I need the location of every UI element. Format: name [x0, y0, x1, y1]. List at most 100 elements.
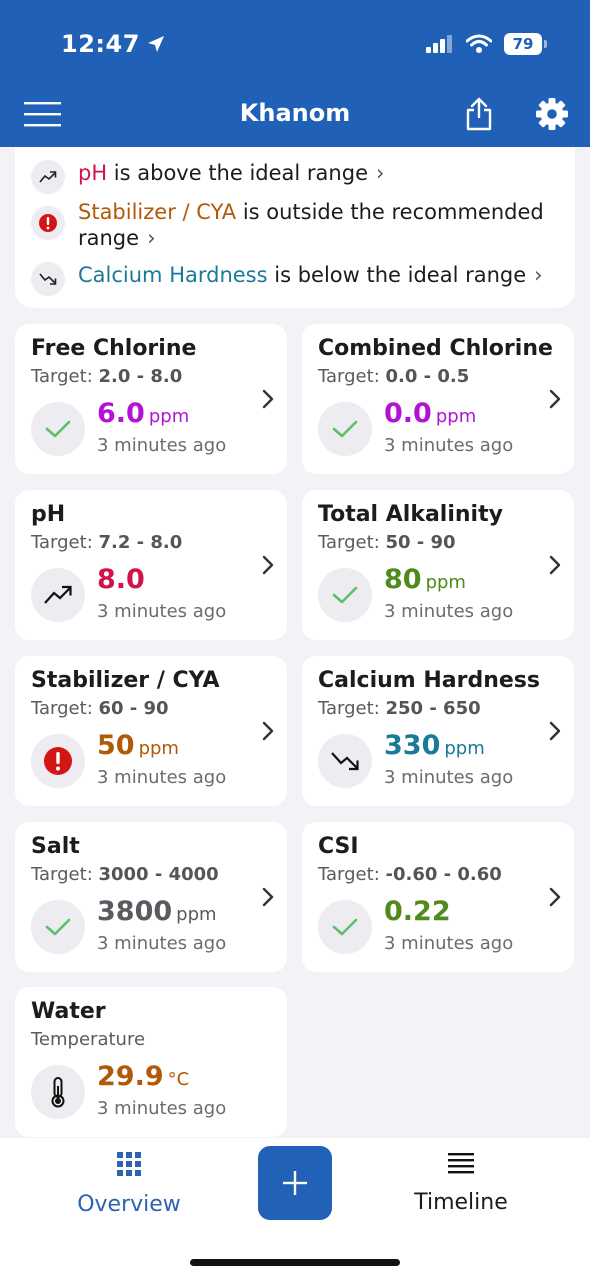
alert-message: is above the ideal range	[107, 161, 368, 185]
bottom-tab-bar: Overview Timeline	[0, 1138, 590, 1280]
card-title: pH	[31, 502, 66, 527]
check-icon	[318, 900, 372, 954]
card-ph[interactable]: pH Target: 7.2 - 8.0 8.0 3 minutes ago	[15, 490, 287, 640]
add-reading-button[interactable]	[258, 1146, 332, 1220]
alert-cya[interactable]: Stabilizer / CYA is outside the recommen…	[31, 199, 548, 251]
target-range: 250 - 650	[385, 698, 481, 719]
card-timestamp: 3 minutes ago	[97, 767, 227, 788]
value-unit: ppm	[138, 738, 179, 759]
target-range: 7.2 - 8.0	[98, 532, 183, 553]
card-target: Target: 0.0 - 0.5	[318, 366, 469, 387]
card-total-alkalinity[interactable]: Total Alkalinity Target: 50 - 90 80 ppm 3 mi…	[302, 490, 574, 640]
clock-text: 12:47	[61, 30, 140, 58]
card-timestamp: 3 minutes ago	[97, 1098, 227, 1119]
status-bar-time: 12:47	[61, 30, 166, 58]
location-arrow-icon	[147, 36, 164, 52]
target-label: Target:	[318, 864, 386, 885]
value-unit: ppm	[148, 406, 190, 427]
card-target: Target: 250 - 650	[318, 698, 481, 719]
card-value: 8.0	[97, 564, 149, 595]
chevron-right-icon	[262, 887, 274, 907]
value-unit: °C	[167, 1069, 190, 1090]
chevron-right-icon: ›	[534, 263, 543, 287]
card-combined-chlorine[interactable]: Combined Chlorine Target: 0.0 - 0.5 0.0 ppm…	[302, 324, 574, 474]
card-target: Target: 2.0 - 8.0	[31, 366, 182, 387]
card-value: 29.9 °C	[97, 1061, 189, 1092]
card-target: Target: 60 - 90	[31, 698, 169, 719]
alert-message: is below the ideal range	[267, 263, 527, 287]
status-bar-indicators: 79	[426, 33, 547, 55]
target-label: Target:	[318, 698, 386, 719]
alerts-panel: pH is above the ideal range › Stabilizer …	[15, 147, 575, 308]
chevron-right-icon	[549, 555, 561, 575]
chevron-right-icon: ›	[147, 226, 156, 250]
card-target: Target: 50 - 90	[318, 532, 456, 553]
check-icon	[31, 402, 85, 456]
chevron-right-icon	[549, 887, 561, 907]
card-title: Salt	[31, 834, 80, 859]
chevron-right-icon	[549, 721, 561, 741]
target-range: -0.60 - 0.60	[385, 864, 502, 885]
check-icon	[318, 568, 372, 622]
battery-indicator: 79	[504, 33, 547, 55]
check-icon	[31, 900, 85, 954]
alert-calcium[interactable]: Calcium Hardness is below the ideal rang…	[31, 262, 548, 296]
card-value: 0.0 ppm	[384, 398, 476, 429]
chevron-right-icon	[262, 555, 274, 575]
target-label: Target:	[31, 864, 99, 885]
card-water-temperature[interactable]: Water Temperature 29.9 °C 3 minutes ago	[15, 987, 287, 1137]
card-timestamp: 3 minutes ago	[384, 767, 514, 788]
alert-text: Calcium Hardness is below the ideal rang…	[78, 262, 548, 288]
value-unit: ppm	[435, 406, 477, 427]
alert-param: Stabilizer / CYA	[78, 200, 237, 224]
card-timestamp: 3 minutes ago	[97, 933, 227, 954]
card-csi[interactable]: CSI Target: -0.60 - 0.60 0.22 3 minutes ago	[302, 822, 574, 972]
value-number: 3800	[97, 896, 173, 927]
card-stabilizer-cya[interactable]: Stabilizer / CYA Target: 60 - 90 50 ppm 3 mi…	[15, 656, 287, 806]
plus-icon	[283, 1171, 307, 1195]
card-value: 50 ppm	[97, 730, 179, 761]
target-range: 0.0 - 0.5	[385, 366, 470, 387]
card-title: Free Chlorine	[31, 336, 197, 361]
trending-down-icon	[318, 734, 372, 788]
card-title: Calcium Hardness	[318, 668, 540, 693]
card-target: Target: -0.60 - 0.60	[318, 864, 502, 885]
card-title: Water	[31, 999, 106, 1024]
value-number: 0.22	[384, 896, 451, 927]
share-icon[interactable]	[465, 97, 493, 131]
chevron-right-icon	[262, 389, 274, 409]
chevron-right-icon	[262, 721, 274, 741]
value-unit: ppm	[176, 904, 217, 925]
card-salt[interactable]: Salt Target: 3000 - 4000 3800 ppm 3 minutes …	[15, 822, 287, 972]
alert-ph[interactable]: pH is above the ideal range ›	[31, 160, 548, 194]
card-calcium-hardness[interactable]: Calcium Hardness Target: 250 - 650 330 ppm 3…	[302, 656, 574, 806]
card-title: Total Alkalinity	[318, 502, 503, 527]
alert-icon	[31, 734, 85, 788]
value-number: 330	[384, 730, 441, 761]
target-range: 60 - 90	[98, 698, 169, 719]
card-timestamp: 3 minutes ago	[384, 601, 514, 622]
card-title: Stabilizer / CYA	[31, 668, 220, 693]
cellular-signal-icon	[426, 35, 452, 53]
card-timestamp: 3 minutes ago	[384, 933, 514, 954]
value-number: 0.0	[384, 398, 432, 429]
target-label: Target:	[31, 698, 99, 719]
card-title: CSI	[318, 834, 359, 859]
trending-up-icon	[31, 160, 65, 194]
gear-icon[interactable]	[535, 97, 569, 131]
card-timestamp: 3 minutes ago	[97, 601, 227, 622]
card-value: 80 ppm	[384, 564, 466, 595]
value-unit: ppm	[425, 572, 466, 593]
target-label: Target:	[318, 532, 386, 553]
card-value: 330 ppm	[384, 730, 485, 761]
target-range: 50 - 90	[385, 532, 456, 553]
thermometer-icon	[31, 1065, 85, 1119]
card-free-chlorine[interactable]: Free Chlorine Target: 2.0 - 8.0 6.0 ppm 3 mi…	[15, 324, 287, 474]
value-number: 50	[97, 730, 135, 761]
wifi-icon	[466, 34, 492, 53]
tab-label: Overview	[77, 1192, 181, 1217]
target-range: 2.0 - 8.0	[98, 366, 183, 387]
value-number: 6.0	[97, 398, 145, 429]
tab-timeline[interactable]: Timeline	[396, 1152, 526, 1215]
tab-overview[interactable]: Overview	[64, 1152, 194, 1217]
